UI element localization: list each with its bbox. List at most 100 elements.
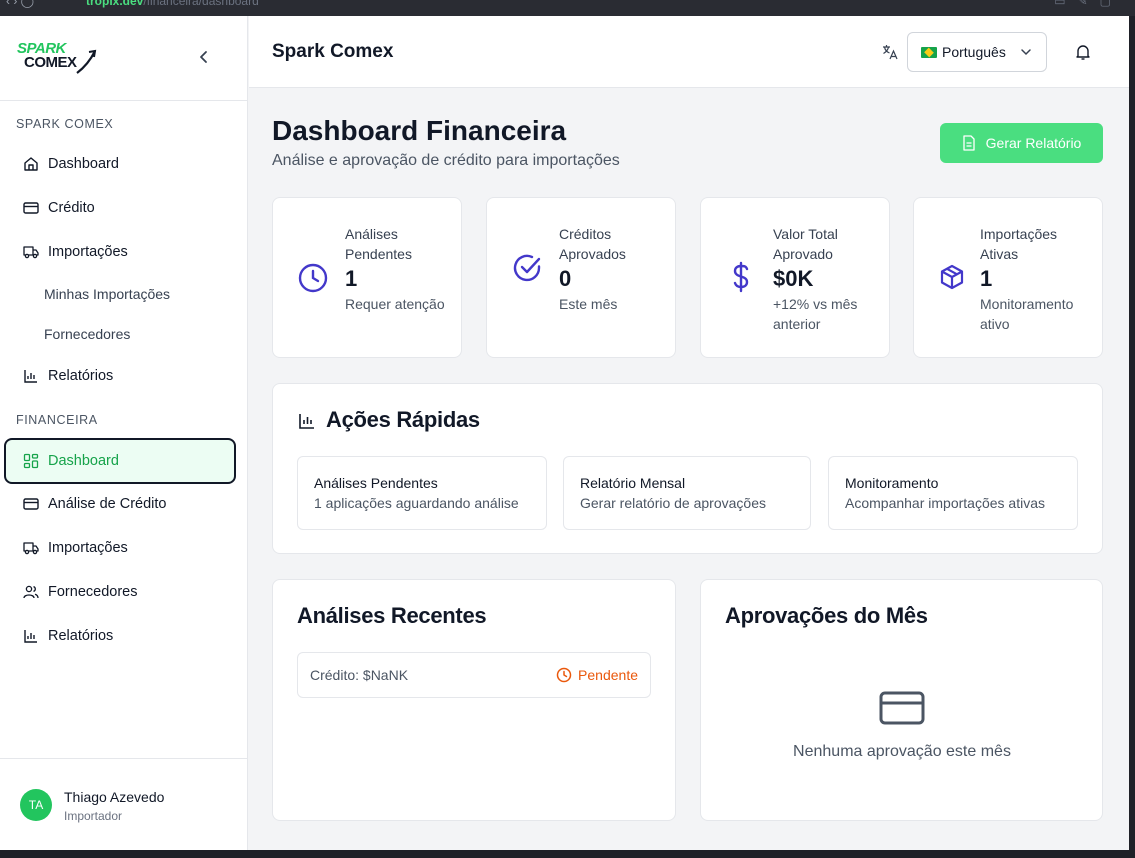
stat-label: Análises Pendentes [345, 226, 412, 262]
quick-action-monitoring[interactable]: Monitoramento Acompanhar importações ati… [828, 456, 1078, 530]
sidebar-item-dashboard[interactable]: Dashboard [6, 144, 236, 184]
sidebar-item-label: Minhas Importações [44, 286, 171, 302]
quick-action-pending[interactable]: Análises Pendentes 1 aplicações aguardan… [297, 456, 547, 530]
chevron-down-icon [1020, 45, 1032, 61]
stat-card-imports: Importações Ativas 1 Monitoramento ativo [913, 197, 1103, 358]
sidebar-item-fornecedores-sub[interactable]: Fornecedores [6, 314, 236, 354]
browser-toolbar: ‹ › ◯ tropix.dev/financeira/dashboard ▭✎… [0, 0, 1135, 16]
stat-note: +12% vs mês anterior [773, 296, 858, 332]
quick-action-desc: Acompanhar importações ativas [845, 495, 1045, 511]
sidebar-item-importacoes-fin[interactable]: Importações [6, 528, 236, 568]
truck-icon [22, 243, 40, 261]
recent-analyses-card: Análises Recentes Crédito: $NaNK Pendent… [272, 579, 676, 821]
credit-amount: Crédito: $NaNK [310, 667, 409, 683]
monthly-approvals-card: Aprovações do Mês Nenhuma aprovação este… [700, 579, 1103, 821]
sidebar-item-minhas-importacoes[interactable]: Minhas Importações [6, 274, 236, 314]
package-icon [938, 263, 970, 295]
file-text-icon [962, 135, 975, 151]
sidebar-item-label: Dashboard [48, 453, 119, 469]
sidebar-item-label: Dashboard [48, 156, 119, 172]
list-item[interactable]: Crédito: $NaNK Pendente [297, 652, 651, 698]
status-label: Pendente [578, 667, 638, 683]
user-role: Importador [64, 809, 123, 823]
sidebar-item-label: Relatórios [48, 628, 114, 644]
quick-action-title: Relatório Mensal [580, 475, 686, 491]
stat-card-pending: Análises Pendentes 1 Requer atenção [272, 197, 462, 358]
dollar-icon [729, 261, 761, 293]
collapse-sidebar-button[interactable] [194, 46, 214, 70]
users-icon [22, 583, 40, 601]
header-title: Spark Comex [272, 41, 394, 62]
generate-report-button[interactable]: Gerar Relatório [940, 123, 1103, 163]
sidebar: SPARK COMEX SPARK COMEX Dashboard Crédit… [0, 16, 248, 850]
user-name: Thiago Azevedo [64, 789, 165, 805]
quick-actions-title: Ações Rápidas [326, 407, 480, 432]
sidebar-item-label: Fornecedores [48, 584, 138, 600]
bar-chart-icon [22, 627, 40, 645]
bar-chart-icon [22, 367, 40, 385]
stat-label: Créditos Aprovados [559, 226, 626, 262]
browser-nav-icons[interactable]: ‹ › ◯ [6, 0, 34, 8]
sidebar-item-label: Crédito [48, 200, 95, 216]
browser-url[interactable]: tropix.dev/financeira/dashboard [86, 0, 259, 8]
bar-chart-icon [298, 412, 316, 435]
sidebar-item-analise-credito[interactable]: Análise de Crédito [6, 484, 236, 524]
empty-state-text: Nenhuma aprovação este mês [793, 743, 1011, 760]
sidebar-item-label: Relatórios [48, 368, 114, 384]
quick-action-title: Monitoramento [845, 475, 939, 491]
section-label-spark-comex: SPARK COMEX [16, 117, 114, 131]
quick-action-desc: Gerar relatório de aprovações [580, 495, 766, 511]
sidebar-item-label: Importações [48, 540, 128, 556]
sidebar-item-relatorios-fin[interactable]: Relatórios [6, 616, 236, 656]
stat-note: Monitoramento ativo [980, 296, 1074, 332]
page-title: Dashboard Financeira [272, 115, 567, 146]
spark-comex-logo[interactable]: SPARK COMEX [17, 41, 97, 75]
quick-action-desc: 1 aplicações aguardando análise [314, 495, 519, 511]
avatar: TA [20, 789, 52, 821]
translate-icon [881, 43, 899, 61]
sidebar-item-fornecedores[interactable]: Fornecedores [6, 572, 236, 612]
bell-icon[interactable] [1074, 43, 1092, 61]
top-header: Spark Comex Português [249, 16, 1129, 88]
quick-action-monthly-report[interactable]: Relatório Mensal Gerar relatório de apro… [563, 456, 811, 530]
recent-analyses-title: Análises Recentes [297, 603, 487, 628]
sidebar-item-label: Análise de Crédito [48, 496, 167, 512]
stat-value: 1 [345, 266, 358, 291]
stat-value: 1 [980, 266, 993, 291]
monthly-approvals-title: Aprovações do Mês [725, 603, 928, 628]
sidebar-item-relatorios[interactable]: Relatórios [6, 356, 236, 396]
sidebar-item-label: Importações [48, 244, 128, 260]
app: SPARK COMEX SPARK COMEX Dashboard Crédit… [0, 16, 1129, 850]
clock-icon [297, 262, 329, 294]
language-select[interactable]: Português [907, 32, 1047, 72]
stat-label: Valor Total Aprovado [773, 226, 838, 262]
stat-value: $0K [773, 266, 814, 291]
stat-note: Este mês [559, 296, 618, 312]
check-circle-icon [511, 252, 543, 284]
sidebar-item-importacoes[interactable]: Importações [6, 232, 236, 272]
quick-action-title: Análises Pendentes [314, 475, 438, 491]
sidebar-item-credito[interactable]: Crédito [6, 188, 236, 228]
home-icon [22, 155, 40, 173]
logo-line2: COMEX [24, 54, 77, 71]
credit-card-icon [22, 199, 40, 217]
clock-icon [556, 667, 572, 683]
language-value: Português [942, 44, 1006, 60]
brazil-flag-icon [921, 46, 937, 58]
sidebar-item-financeira-dashboard[interactable]: Dashboard [4, 438, 236, 484]
credit-card-icon [879, 690, 925, 726]
sidebar-header: SPARK COMEX [0, 16, 247, 101]
sidebar-item-label: Fornecedores [44, 326, 131, 342]
credit-card-icon [22, 495, 40, 513]
user-profile[interactable]: TA Thiago Azevedo Importador [0, 758, 248, 850]
layout-grid-icon [22, 452, 40, 470]
chevron-left-icon [200, 51, 207, 63]
stat-value: 0 [559, 266, 572, 291]
truck-icon [22, 539, 40, 557]
status-badge: Pendente [556, 667, 638, 683]
stat-note: Requer atenção [345, 296, 445, 312]
browser-tool-icons[interactable]: ▭✎▢ [1054, 0, 1123, 8]
section-label-financeira: FINANCEIRA [16, 413, 98, 427]
quick-actions-card: Ações Rápidas Análises Pendentes 1 aplic… [272, 383, 1103, 554]
page-subtitle: Análise e aprovação de crédito para impo… [272, 152, 620, 169]
